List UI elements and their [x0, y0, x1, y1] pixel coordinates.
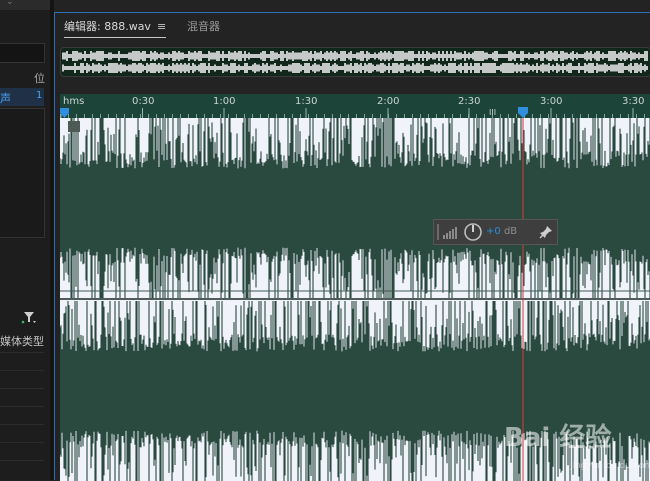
- divider: [0, 406, 44, 407]
- editor-panel: 编辑器: 888.wav ≡ 混音器 III hms 0:30 1:00 1:30…: [54, 12, 650, 481]
- playhead-marker-icon: [518, 107, 528, 118]
- tick-label: 3:30: [622, 96, 645, 107]
- left-channel-waveform: [60, 118, 650, 298]
- time-unit-label: hms: [63, 96, 85, 107]
- divider: [0, 460, 44, 461]
- time-ruler[interactable]: III hms 0:30 1:00 1:30 2:00 2:30 3:00 3:…: [60, 94, 650, 118]
- file-list: [0, 108, 45, 238]
- gain-value: +0 dB: [486, 226, 518, 237]
- overview-channel: [62, 51, 648, 61]
- divider: [0, 442, 44, 443]
- hud-gain-control[interactable]: +0 dB: [433, 219, 558, 245]
- tick-label: 3:00: [540, 96, 563, 107]
- tick-label: 2:00: [377, 96, 400, 107]
- svg-text:jingyan.baidu.com: jingyan.baidu.com: [569, 461, 650, 471]
- gain-unit: dB: [503, 226, 518, 237]
- waveform-overview[interactable]: [60, 47, 650, 77]
- tab-mixer[interactable]: 混音器: [187, 18, 220, 34]
- tick-label: 1:30: [295, 96, 318, 107]
- divider: [0, 424, 44, 425]
- menu-icon[interactable]: ≡: [157, 20, 166, 33]
- filter-icon[interactable]: [20, 308, 38, 326]
- overview-channel: [62, 63, 648, 73]
- divider: [0, 352, 44, 353]
- tick-label: 2:30: [458, 96, 481, 107]
- gain-knob-icon[interactable]: [463, 222, 483, 242]
- divider: [0, 388, 44, 389]
- tab-editor-label: 编辑器: 888.wav: [64, 20, 151, 33]
- files-panel: ⌄ 位 声 1 媒体类型: [0, 0, 50, 480]
- tick-label: 0:30: [132, 96, 155, 107]
- panel-header-strip: ⌄: [0, 0, 50, 10]
- watermark-logo: Bai 经验 jingyan.baidu.com: [504, 422, 650, 471]
- tick-label: 1:00: [213, 96, 236, 107]
- zoom-grip-icon: III: [489, 108, 496, 117]
- search-input[interactable]: [0, 43, 45, 63]
- chevron-down-icon[interactable]: ⌄: [6, 0, 14, 7]
- file-list-item[interactable]: 声 1: [0, 88, 44, 106]
- file-list-item-count: 1: [36, 90, 43, 101]
- tab-editor[interactable]: 编辑器: 888.wav ≡: [64, 18, 167, 38]
- overview-waveform: [62, 51, 648, 73]
- media-type-label: 媒体类型: [0, 335, 44, 348]
- watermark-text: Bai 经验: [504, 422, 611, 453]
- divider: [0, 370, 44, 371]
- column-header-position: 位: [34, 72, 45, 85]
- resize-handle: [68, 121, 80, 132]
- pin-icon[interactable]: [539, 225, 553, 239]
- file-list-item-label: 声: [0, 92, 11, 105]
